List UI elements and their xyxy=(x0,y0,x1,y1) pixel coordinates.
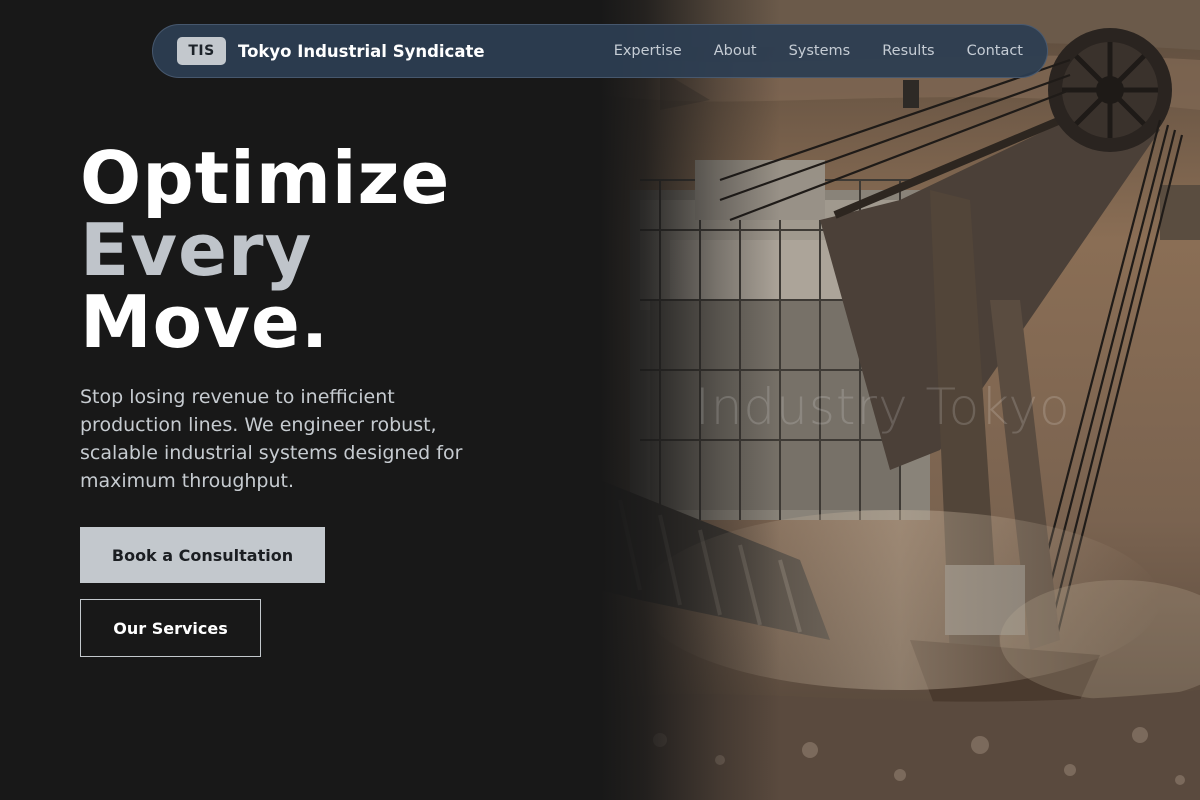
nav-link-about[interactable]: About xyxy=(714,43,757,59)
brand-name[interactable]: Tokyo Industrial Syndicate xyxy=(238,42,485,61)
brand-logo-badge[interactable]: TIS xyxy=(177,37,226,65)
nav-link-systems[interactable]: Systems xyxy=(789,43,851,59)
hero-headline: Optimize Every Move. xyxy=(80,142,450,358)
nav-link-results[interactable]: Results xyxy=(882,43,934,59)
our-services-button[interactable]: Our Services xyxy=(80,599,261,657)
book-consultation-button[interactable]: Book a Consultation xyxy=(80,527,325,583)
headline-line-3: Move. xyxy=(80,280,330,364)
nav-link-contact[interactable]: Contact xyxy=(967,43,1023,59)
hero-subtext: Stop losing revenue to inefficient produ… xyxy=(80,386,463,492)
nav-link-expertise[interactable]: Expertise xyxy=(614,43,682,59)
nav-links: Expertise About Systems Results Contact xyxy=(614,43,1023,59)
headline-line-2: Every xyxy=(80,208,313,292)
headline-line-1: Optimize xyxy=(80,136,451,220)
image-watermark: Industry Tokyo xyxy=(695,378,1071,436)
navbar: TIS Tokyo Industrial Syndicate Expertise… xyxy=(152,24,1048,78)
